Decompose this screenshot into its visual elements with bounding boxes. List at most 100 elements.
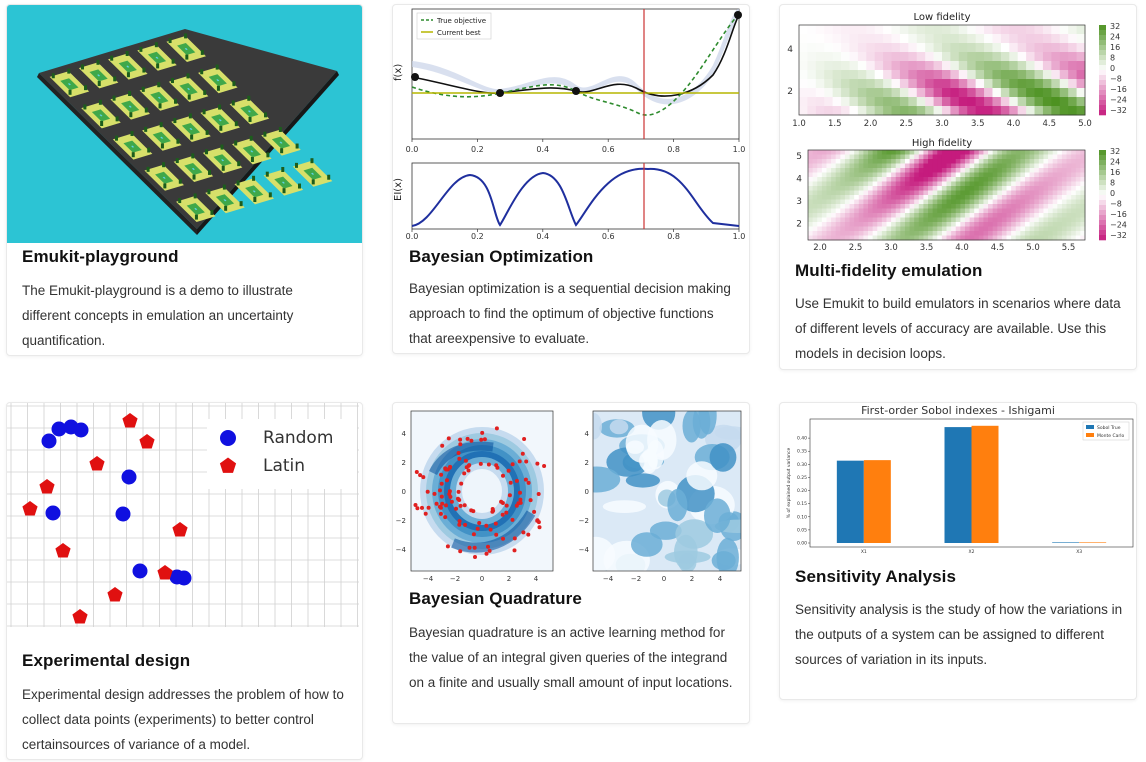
heat-cell <box>854 190 860 196</box>
y-tick-label: 0.00 <box>797 541 807 547</box>
heat-cell <box>835 208 841 214</box>
heat-cell <box>874 88 884 98</box>
heat-cell <box>1066 168 1072 173</box>
heat-cell <box>1026 70 1036 80</box>
heat-cell <box>881 181 887 187</box>
heat-cell <box>914 159 920 164</box>
sample-point <box>521 530 526 535</box>
heat-cell <box>854 163 860 169</box>
heat-cell <box>923 199 929 205</box>
heat-cell <box>863 168 869 173</box>
heat-cell <box>918 208 924 214</box>
heat-cell <box>1052 186 1058 191</box>
heat-cell <box>942 79 951 89</box>
heat-cell <box>1011 226 1017 232</box>
heat-cell <box>1043 186 1049 191</box>
card-emukit-playground[interactable]: Emukit-playground The Emukit-playground … <box>6 4 363 356</box>
card-multi-fidelity[interactable]: Low fidelity 4 2 1.0 1.5 2.0 2.5 3.0 3.5 4.0 4.5 5… <box>779 4 1137 370</box>
heat-cell <box>914 213 920 218</box>
heat-cell <box>1057 168 1063 173</box>
heat-cell <box>1015 190 1021 196</box>
heat-cell <box>914 226 920 232</box>
tree <box>97 81 101 86</box>
top-ylabel: f(x) <box>393 64 404 81</box>
heat-cell <box>983 154 989 160</box>
heat-cell <box>1015 217 1021 223</box>
sample-point <box>542 464 547 468</box>
card-title[interactable]: Sensitivity Analysis <box>795 567 956 587</box>
card-sensitivity-analysis[interactable]: First-order Sobol indexes - Ishigami % o… <box>779 402 1137 700</box>
colorbar-segment <box>1099 160 1106 166</box>
heat-cell <box>1043 204 1049 209</box>
x-tick-label: 2 <box>507 575 511 583</box>
playground-image[interactable] <box>7 5 362 243</box>
heat-cell <box>821 186 827 191</box>
heat-cell <box>1059 106 1069 116</box>
sobol-bar-chart[interactable]: First-order Sobol indexes - Ishigami % o… <box>780 403 1136 559</box>
heat-cell <box>933 88 943 98</box>
tree <box>113 76 117 82</box>
contour-blob <box>682 411 701 443</box>
heat-cell <box>1034 177 1040 182</box>
heat-cell <box>958 70 968 80</box>
heat-cell <box>1024 154 1031 160</box>
bayesian-quadrature-plot[interactable]: 4 2 0 −2 −4 −4 −2 0 2 4 4 2 0 −2 −4 −4 −2 0 2 4 <box>393 403 749 585</box>
colorbar-segment <box>1099 195 1106 201</box>
heat-cell <box>1075 190 1081 196</box>
heat-cell <box>1015 159 1021 164</box>
card-title[interactable]: Emukit-playground <box>22 247 179 267</box>
heat-cell <box>946 154 952 160</box>
x-tick-label: 2.5 <box>899 119 913 129</box>
heat-cell <box>1059 52 1069 62</box>
heat-cell <box>840 222 846 227</box>
heat-cell <box>844 168 851 173</box>
heat-cell <box>891 195 897 200</box>
heat-cell <box>857 25 867 35</box>
heat-cell <box>964 163 971 169</box>
x-tick-label: 1.5 <box>828 119 842 129</box>
heat-cell <box>955 190 961 196</box>
heat-cell <box>844 204 851 209</box>
heat-cell <box>964 213 971 218</box>
heat-cell <box>900 226 906 232</box>
heat-cell <box>1075 186 1081 191</box>
heat-cell <box>1024 204 1031 209</box>
card-title[interactable]: Experimental design <box>22 651 190 671</box>
bayesian-optimization-plot[interactable]: True objective Current best f(x) 0.0 0.2 0… <box>393 5 749 243</box>
heat-cell <box>1015 204 1021 209</box>
tree <box>236 180 240 186</box>
card-bayesian-optimization[interactable]: True objective Current best f(x) 0.0 0.2 0… <box>392 4 750 354</box>
heat-cell <box>808 231 814 236</box>
heat-cell <box>900 231 906 236</box>
card-title[interactable]: Multi-fidelity emulation <box>795 261 983 281</box>
heat-cell <box>923 226 929 232</box>
heat-cell <box>1043 177 1049 182</box>
heat-cell <box>904 195 911 200</box>
card-experimental-design[interactable]: Random Latin Experimental design Experim… <box>6 402 363 760</box>
heat-cell <box>1059 43 1069 53</box>
heat-cell <box>978 172 984 178</box>
experimental-design-plot[interactable]: Random Latin <box>7 403 362 633</box>
sample-point <box>423 511 428 516</box>
heat-cell <box>831 181 837 187</box>
heat-cell <box>817 190 823 196</box>
card-title[interactable]: Bayesian Quadrature <box>409 589 582 609</box>
heat-cell <box>955 172 961 178</box>
bar-sobol-true <box>944 427 972 543</box>
tree <box>51 73 55 79</box>
heat-cell <box>840 199 846 205</box>
legend-current-best: Current best <box>437 29 481 37</box>
heat-cell <box>1061 213 1068 218</box>
multi-fidelity-plot[interactable]: Low fidelity 4 2 1.0 1.5 2.0 2.5 3.0 3.5 4.0 4.5 5… <box>780 5 1136 257</box>
heat-cell <box>1024 213 1031 218</box>
tree <box>100 121 104 126</box>
heat-cell <box>866 106 876 116</box>
card-title[interactable]: Bayesian Optimization <box>409 247 593 267</box>
heat-cell <box>914 186 920 191</box>
latin-point <box>72 609 88 624</box>
card-bayesian-quadrature[interactable]: 4 2 0 −2 −4 −4 −2 0 2 4 4 2 0 −2 −4 −4 −2 0 2 4 Bayesian Qu… <box>392 402 750 724</box>
heat-cell <box>799 97 808 107</box>
heat-cell <box>969 172 975 178</box>
heat-cell <box>874 97 884 107</box>
heat-cell <box>988 154 994 160</box>
